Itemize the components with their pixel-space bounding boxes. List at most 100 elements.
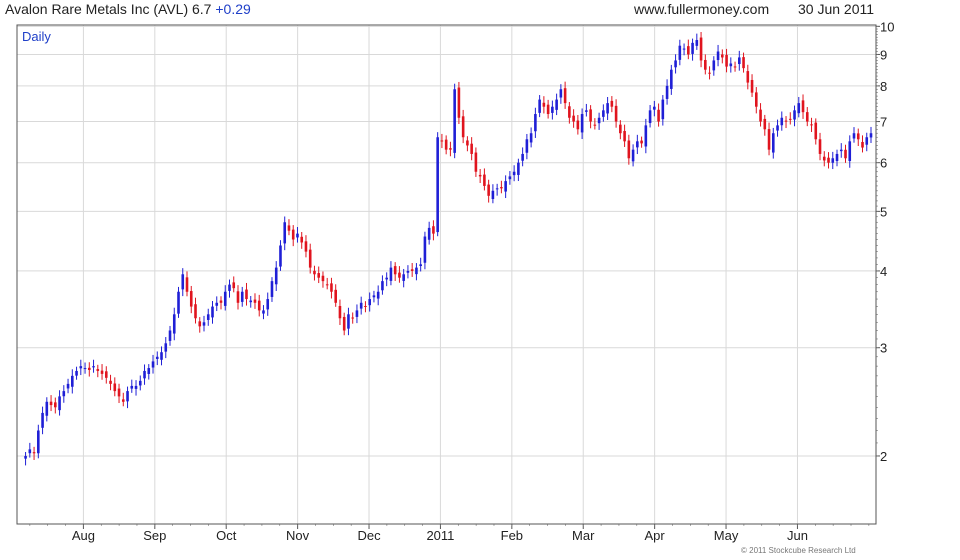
candle-body <box>529 133 533 143</box>
candle-body <box>54 402 57 408</box>
candle-body <box>461 116 465 138</box>
candle-body <box>79 366 83 369</box>
candle-body <box>87 367 91 370</box>
x-tick-label: Feb <box>501 528 523 543</box>
candle-body <box>644 125 648 147</box>
candle-body <box>160 352 163 360</box>
x-tick-label: Sep <box>143 528 166 543</box>
candle-body <box>814 122 818 140</box>
candle-body <box>364 306 367 308</box>
x-tick-label: May <box>714 528 739 543</box>
candle-body <box>130 385 134 389</box>
candle-body <box>338 305 342 319</box>
candle-body <box>304 241 308 252</box>
candle-body <box>754 92 758 107</box>
candle-body <box>32 452 36 454</box>
candle-body <box>512 171 516 176</box>
candle-body <box>750 79 754 93</box>
candle-body <box>716 51 720 61</box>
candle-body <box>602 110 605 117</box>
candle-body <box>521 153 524 161</box>
y-tick-label: 7 <box>880 115 887 130</box>
candle-body <box>236 291 240 303</box>
candle-body <box>189 291 193 307</box>
candle-body <box>423 236 427 263</box>
candle-body <box>810 124 813 126</box>
candle-body <box>606 103 609 114</box>
plot-frame <box>16 24 877 525</box>
y-tick-label: 2 <box>880 449 887 464</box>
candle-body <box>827 157 830 163</box>
candle-body <box>58 396 61 411</box>
candle-body <box>788 118 792 120</box>
candle-body <box>648 110 652 124</box>
candle-body <box>508 176 512 180</box>
candle-body <box>181 274 185 290</box>
candle-body <box>771 133 775 153</box>
candle-body <box>300 236 304 243</box>
candle-body <box>66 383 70 389</box>
candle-body <box>215 302 219 306</box>
candle-body <box>138 380 142 386</box>
candle-body <box>695 40 699 46</box>
candle-body <box>835 153 839 162</box>
candle-body <box>96 369 100 371</box>
candle-body <box>198 321 202 327</box>
candle-body <box>274 267 278 285</box>
candle-body <box>185 277 189 292</box>
candle-body <box>610 100 614 107</box>
x-tick-label: Nov <box>286 528 310 543</box>
candle-body <box>334 289 338 303</box>
candle-body <box>585 110 588 112</box>
candle-body <box>83 368 87 370</box>
candle-body <box>542 102 546 107</box>
candle-body <box>393 266 397 275</box>
candle-body <box>478 174 482 177</box>
candle-body <box>657 109 660 122</box>
candle-body <box>75 370 78 376</box>
candle-body <box>483 174 486 186</box>
candle-body <box>381 281 384 291</box>
candle-body <box>436 137 439 233</box>
candle-body <box>45 401 49 416</box>
candle-body <box>691 42 694 54</box>
candle-body <box>725 54 728 67</box>
candle-body <box>852 133 856 139</box>
candle-body <box>287 225 291 231</box>
candle-body <box>453 89 456 153</box>
candle-body <box>559 89 563 98</box>
y-tick-label: 3 <box>880 341 887 356</box>
candle-body <box>440 140 444 142</box>
candle-body <box>729 63 733 67</box>
candle-body <box>398 272 401 278</box>
x-tick-label: 2011 <box>426 528 454 543</box>
candle-body <box>801 100 805 113</box>
candle-body <box>623 130 626 142</box>
candle-body <box>249 300 253 303</box>
candle-body <box>538 99 541 113</box>
candle-body <box>351 317 354 319</box>
candle-body <box>253 299 257 303</box>
candle-body <box>368 299 371 306</box>
candle-body <box>614 105 618 122</box>
candle-body <box>495 188 499 190</box>
candle-body <box>504 181 507 192</box>
candle-body <box>330 283 333 292</box>
candle-body <box>202 322 206 326</box>
candle-body <box>92 366 95 368</box>
candle-body <box>551 106 554 113</box>
candle-body <box>818 139 822 154</box>
candle-body <box>619 124 622 134</box>
candle-body <box>232 282 236 289</box>
candle-body <box>687 46 690 55</box>
candle-body <box>270 281 274 297</box>
candle-body <box>848 141 852 162</box>
candle-body <box>266 299 270 310</box>
candle-body <box>517 162 520 175</box>
x-tick-label: Mar <box>572 528 595 543</box>
candle-body <box>546 104 550 115</box>
y-tick-label: 4 <box>880 264 887 279</box>
candle-body <box>308 249 312 268</box>
candle-body <box>470 143 473 154</box>
candle-body <box>359 302 363 309</box>
